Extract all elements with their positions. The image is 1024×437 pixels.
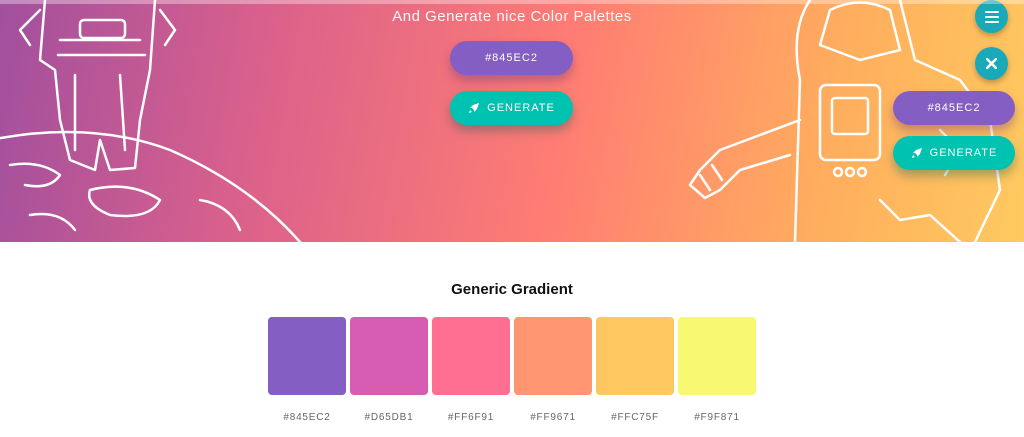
color-code[interactable]: #FFC75F xyxy=(596,412,674,423)
color-value-label: #845EC2 xyxy=(485,52,538,64)
color-swatch[interactable] xyxy=(268,317,346,395)
floating-color-value-label: #845EC2 xyxy=(927,102,981,114)
color-code[interactable]: #845EC2 xyxy=(268,412,346,423)
menu-button[interactable] xyxy=(975,0,1008,33)
color-swatch[interactable] xyxy=(514,317,592,395)
generate-button[interactable]: GENERATE xyxy=(450,91,573,125)
color-swatches xyxy=(268,317,756,395)
color-value-button[interactable]: #845EC2 xyxy=(450,41,573,75)
rocket-icon xyxy=(911,148,922,158)
color-swatch[interactable] xyxy=(432,317,510,395)
color-swatch[interactable] xyxy=(678,317,756,395)
hero-banner: And Generate nice Color Palettes #845EC2… xyxy=(0,0,1024,242)
close-icon xyxy=(986,58,997,69)
color-swatch[interactable] xyxy=(596,317,674,395)
color-code[interactable]: #FF6F91 xyxy=(432,412,510,423)
color-swatch[interactable] xyxy=(350,317,428,395)
palette-title: Generic Gradient xyxy=(451,281,573,298)
menu-icon xyxy=(984,10,999,23)
hero-tagline: And Generate nice Color Palettes xyxy=(392,8,632,25)
generate-label: GENERATE xyxy=(487,102,555,114)
floating-generate-label: GENERATE xyxy=(929,147,998,159)
color-code[interactable]: #F9F871 xyxy=(678,412,756,423)
color-codes: #845EC2 #D65DB1 #FF6F91 #FF9671 #FFC75F … xyxy=(268,412,756,423)
close-button[interactable] xyxy=(975,47,1008,80)
floating-color-value-button[interactable]: #845EC2 xyxy=(893,91,1015,125)
color-code[interactable]: #FF9671 xyxy=(514,412,592,423)
floating-generate-button[interactable]: GENERATE xyxy=(893,136,1015,170)
rocket-icon xyxy=(469,103,480,113)
color-code[interactable]: #D65DB1 xyxy=(350,412,428,423)
